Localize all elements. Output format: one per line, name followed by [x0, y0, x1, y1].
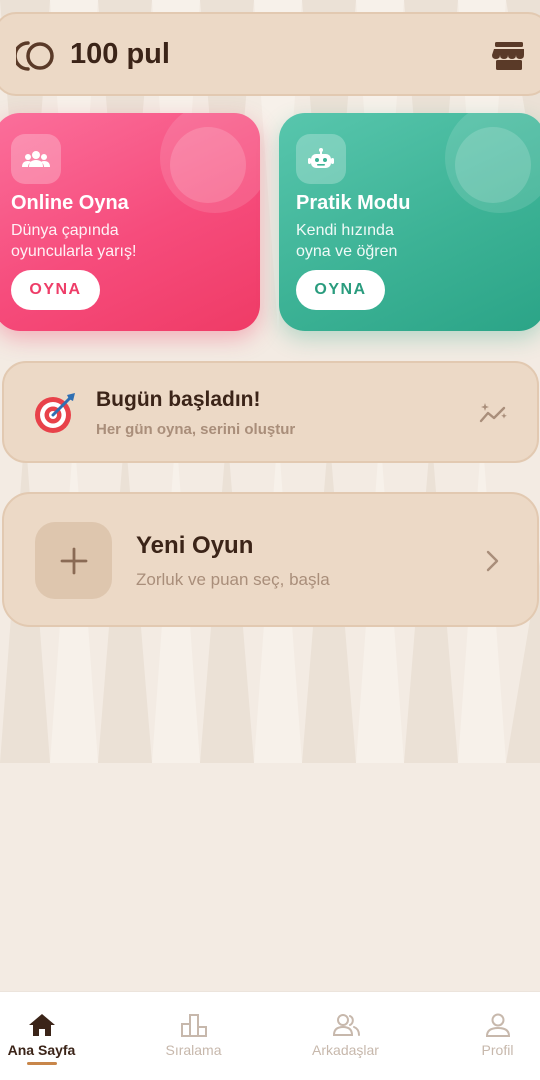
new-game-subtitle: Zorluk ve puan seç, başla	[136, 570, 330, 589]
nav-item-profile[interactable]: Profil	[430, 992, 540, 1080]
nav-item-friends[interactable]: Arkadaşlar	[278, 992, 413, 1080]
nav-item-leaderboard[interactable]: Sıralama	[126, 992, 261, 1080]
card-decoration	[455, 127, 531, 203]
plus-icon-box	[35, 522, 112, 599]
home-icon	[28, 1014, 55, 1036]
card-description: Dünya çapında oyuncularla yarış!	[11, 222, 137, 260]
active-indicator	[26, 1062, 57, 1065]
bottom-navigation: Ana Sayfa Sıralama Arkadaşlar Profil	[0, 991, 540, 1080]
nav-label: Arkadaşlar	[312, 1042, 379, 1058]
group-icon	[22, 151, 50, 167]
nav-label: Ana Sayfa	[7, 1042, 76, 1058]
card-icon-box	[11, 134, 61, 184]
target-icon	[35, 393, 75, 433]
coin-balance: 100 pul	[70, 38, 170, 70]
streak-subtitle: Her gün oyna, serini oluştur	[96, 421, 296, 438]
shop-icon[interactable]	[492, 40, 526, 72]
nav-label: Sıralama	[165, 1042, 222, 1058]
card-decoration	[170, 127, 246, 203]
plus-icon	[60, 547, 87, 574]
coin-balance-bar: 100 pul	[0, 12, 540, 96]
new-game-title: Yeni Oyun	[136, 532, 254, 559]
coin-icon	[16, 41, 54, 71]
new-game-card[interactable]: Yeni Oyun Zorluk ve puan seç, başla	[2, 492, 539, 627]
practice-mode-card[interactable]: Pratik Modu Kendi hızında oyna ve öğren …	[279, 113, 540, 331]
nav-item-home[interactable]: Ana Sayfa	[0, 992, 109, 1080]
online-play-card[interactable]: Online Oyna Dünya çapında oyuncularla ya…	[0, 113, 260, 331]
profile-icon	[485, 1013, 510, 1037]
streak-title: Bugün başladın!	[96, 388, 261, 411]
daily-streak-card[interactable]: Bugün başladın! Her gün oyna, serini olu…	[2, 361, 539, 463]
friends-icon	[332, 1014, 360, 1036]
card-title: Pratik Modu	[296, 192, 411, 214]
practice-play-button[interactable]: OYNA	[296, 270, 385, 310]
card-icon-box	[296, 134, 346, 184]
online-play-button[interactable]: OYNA	[11, 270, 100, 310]
leaderboard-icon	[180, 1014, 207, 1037]
robot-icon	[308, 148, 334, 168]
chevron-right-icon	[486, 550, 499, 572]
sparkle-trend-icon	[479, 403, 507, 423]
card-title: Online Oyna	[11, 192, 129, 214]
card-description: Kendi hızında oyna ve öğren	[296, 222, 398, 260]
nav-label: Profil	[481, 1042, 514, 1058]
